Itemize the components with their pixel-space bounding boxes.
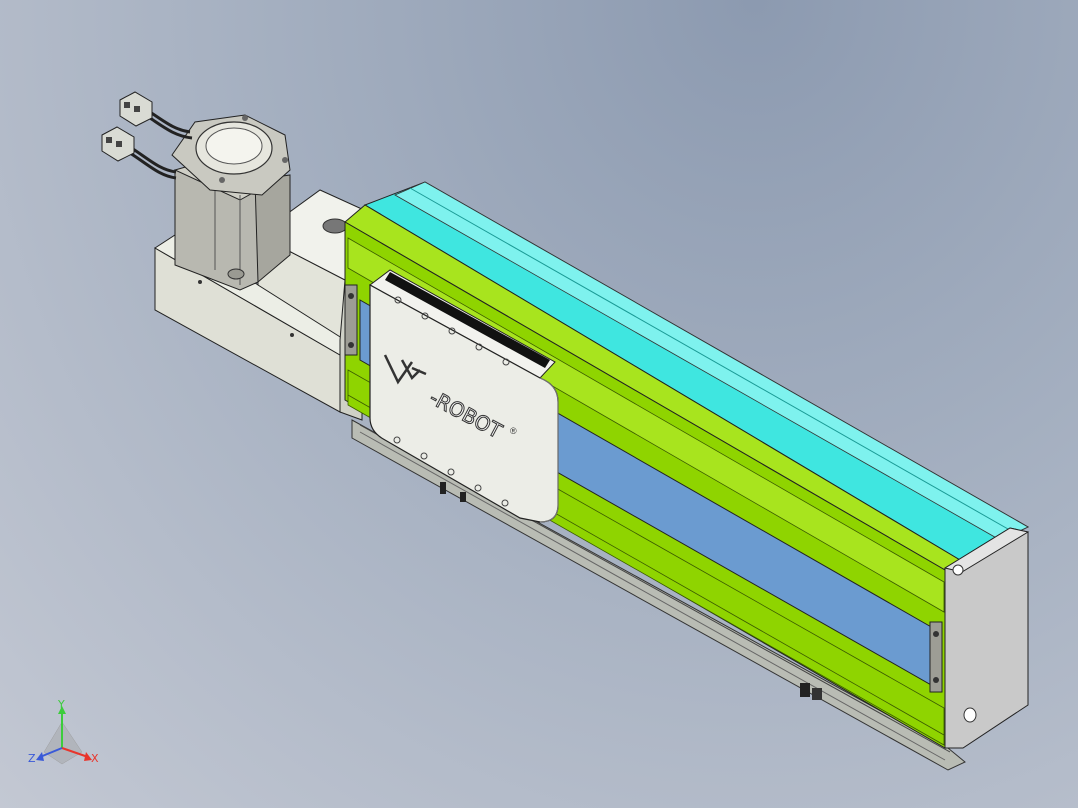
connector-bottom bbox=[101, 126, 135, 162]
connector-top bbox=[119, 91, 153, 127]
y-axis-label: Y bbox=[57, 698, 65, 711]
actuator-model[interactable]: -ROBOT ® Y X Z bbox=[0, 0, 1078, 808]
registered-mark: ® bbox=[510, 426, 517, 436]
x-axis-label: X bbox=[91, 752, 99, 765]
end-cap bbox=[943, 527, 1030, 749]
cad-viewport[interactable]: -ROBOT ® Y X Z bbox=[0, 0, 1078, 808]
z-axis-label: Z bbox=[28, 752, 36, 765]
view-orientation-triad[interactable]: Y X Z bbox=[28, 698, 99, 765]
stepper-motor bbox=[171, 114, 291, 291]
